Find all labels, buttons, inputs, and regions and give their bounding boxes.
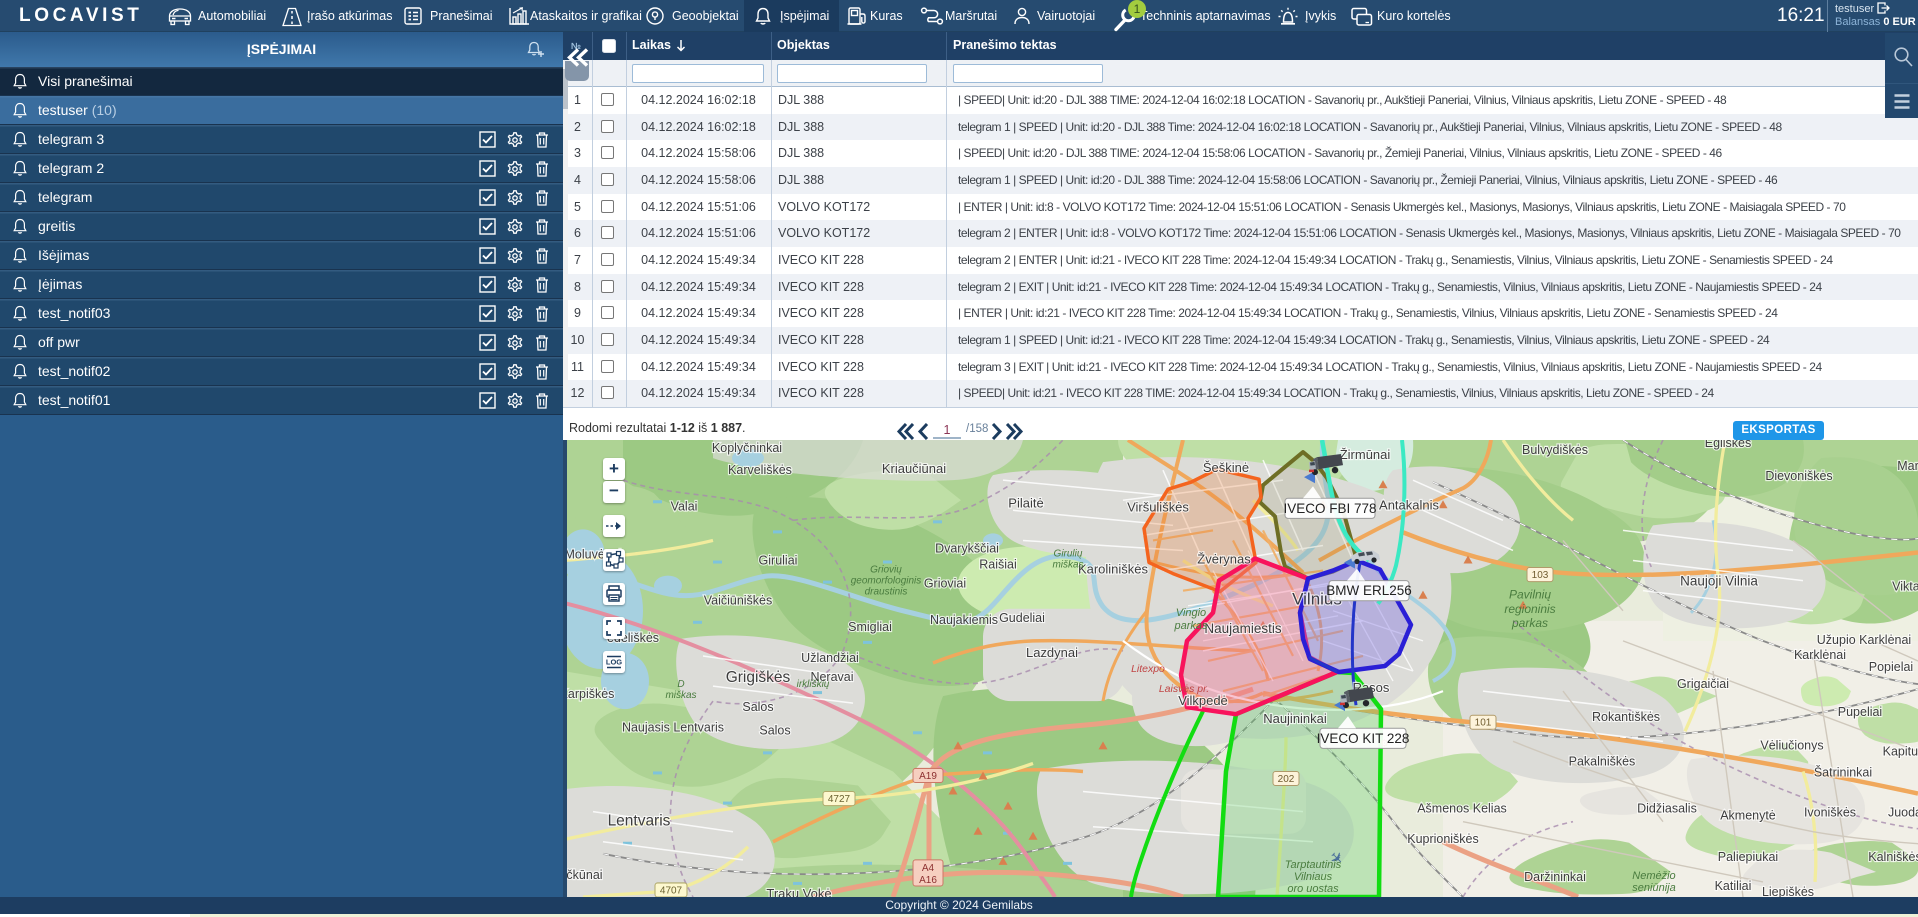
svg-text:Mar: Mar xyxy=(1897,459,1918,473)
svg-text:Smigliai: Smigliai xyxy=(848,620,892,634)
svg-text:draustinis: draustinis xyxy=(865,587,908,598)
svg-text:Daržininkai: Daržininkai xyxy=(1524,870,1586,884)
svg-text:Vilkpedė: Vilkpedė xyxy=(1178,693,1228,708)
svg-text:miškas: miškas xyxy=(1052,560,1083,571)
svg-text:Didžiasalis: Didžiasalis xyxy=(1637,802,1697,816)
svg-text:Vingio: Vingio xyxy=(1176,607,1206,619)
svg-text:Salos: Salos xyxy=(742,700,773,714)
svg-text:IVECO KIT 228: IVECO KIT 228 xyxy=(1317,731,1410,746)
svg-text:101: 101 xyxy=(1475,718,1492,729)
svg-text:Antakalnis: Antakalnis xyxy=(1379,497,1439,512)
svg-text:geomorfologinis: geomorfologinis xyxy=(851,576,922,587)
svg-text:Kapitulšč: Kapitulšč xyxy=(1883,744,1918,758)
svg-text:A19: A19 xyxy=(919,771,937,782)
svg-text:BMW ERL256: BMW ERL256 xyxy=(1326,583,1411,598)
svg-text:Liepiškės: Liepiškės xyxy=(1762,885,1814,897)
svg-text:Užupio Karklėnai: Užupio Karklėnai xyxy=(1817,633,1911,647)
svg-text:parkas: parkas xyxy=(1511,616,1548,630)
svg-text:Juoda: Juoda xyxy=(1888,806,1918,820)
svg-text:Karveliškės: Karveliškės xyxy=(728,463,792,477)
svg-text:seniūnija: seniūnija xyxy=(1632,882,1675,894)
svg-text:Šeškinė: Šeškinė xyxy=(1203,460,1249,475)
svg-text:Grigiškės: Grigiškės xyxy=(726,669,791,686)
svg-text:Koplyčninkai: Koplyčninkai xyxy=(712,441,782,455)
svg-text:Viktar: Viktar xyxy=(1892,580,1918,594)
svg-text:Pilaitė: Pilaitė xyxy=(1008,495,1043,510)
svg-text:Vaičiūniškės: Vaičiūniškės xyxy=(704,594,772,608)
svg-text:parkas: parkas xyxy=(1173,620,1207,632)
svg-text:Egliškės: Egliškės xyxy=(1705,440,1752,450)
svg-text:Girulių: Girulių xyxy=(1054,548,1083,559)
svg-text:Pakalniškės: Pakalniškės xyxy=(1569,754,1636,768)
svg-text:103: 103 xyxy=(1532,570,1549,581)
svg-text:Naujininkai: Naujininkai xyxy=(1263,711,1327,726)
svg-text:Rokantiškės: Rokantiškės xyxy=(1592,710,1660,724)
svg-text:Tarptautinis: Tarptautinis xyxy=(1285,859,1342,871)
svg-text:Viršuliškės: Viršuliškės xyxy=(1127,499,1189,514)
svg-text:Dvarykščiai: Dvarykščiai xyxy=(935,541,999,555)
svg-text:Vėliučionys: Vėliučionys xyxy=(1760,738,1823,752)
svg-text:Grigaičiai: Grigaičiai xyxy=(1677,677,1729,691)
svg-text:4707: 4707 xyxy=(660,885,683,896)
svg-text:oro uostas: oro uostas xyxy=(1287,883,1339,895)
svg-text:Karklėnai: Karklėnai xyxy=(1794,648,1846,662)
svg-text:Karpiškės: Karpiškės xyxy=(563,687,614,701)
svg-text:Lazdynai: Lazdynai xyxy=(1026,645,1078,660)
svg-text:Akmenytė: Akmenytė xyxy=(1720,809,1776,823)
svg-text:Šatrininkai: Šatrininkai xyxy=(1814,764,1872,779)
svg-text:Giruliai: Giruliai xyxy=(759,554,798,568)
svg-text:Naujakiemis: Naujakiemis xyxy=(930,613,998,627)
svg-text:Naujasis Lentvaris: Naujasis Lentvaris xyxy=(622,720,724,734)
svg-text:Žirmūnai: Žirmūnai xyxy=(1340,447,1391,462)
svg-text:Paliepiukai: Paliepiukai xyxy=(1718,850,1778,864)
svg-text:Naujoji Vilnia: Naujoji Vilnia xyxy=(1680,574,1758,589)
svg-text:miškas: miškas xyxy=(665,690,696,701)
svg-text:Užlandžiai: Užlandžiai xyxy=(801,651,859,665)
svg-text:Bulvydiškės: Bulvydiškės xyxy=(1522,443,1588,457)
svg-text:ačkūnai: ačkūnai xyxy=(563,868,603,882)
svg-text:Kriaučiūnai: Kriaučiūnai xyxy=(882,461,946,476)
svg-text:Pupeliai: Pupeliai xyxy=(1838,705,1882,719)
svg-text:Karoliniškės: Karoliniškės xyxy=(1078,562,1149,577)
svg-text:Lentvaris: Lentvaris xyxy=(608,813,671,830)
svg-text:Dievoniškės: Dievoniškės xyxy=(1765,469,1832,483)
svg-text:Trakų Vokė: Trakų Vokė xyxy=(766,886,831,897)
svg-text:4727: 4727 xyxy=(828,794,851,805)
svg-text:Valai: Valai xyxy=(671,499,698,513)
svg-text:Kuprioniškės: Kuprioniškės xyxy=(1407,832,1478,846)
svg-text:Ivoniškės: Ivoniškės xyxy=(1804,806,1856,820)
svg-text:Nemėžio: Nemėžio xyxy=(1632,870,1675,882)
svg-text:A16: A16 xyxy=(919,875,937,886)
svg-text:Litexpo: Litexpo xyxy=(1131,663,1165,675)
svg-text:regioninis: regioninis xyxy=(1504,602,1555,616)
svg-text:Ašmenos Kelias: Ašmenos Kelias xyxy=(1417,802,1507,816)
svg-text:202: 202 xyxy=(1278,774,1295,785)
svg-text:Popielai: Popielai xyxy=(1869,660,1913,674)
svg-text:Gudeliai: Gudeliai xyxy=(999,611,1045,625)
svg-text:Grioviai: Grioviai xyxy=(924,577,966,591)
svg-text:Vilniaus: Vilniaus xyxy=(1294,871,1333,883)
svg-text:Raišiai: Raišiai xyxy=(979,558,1016,572)
svg-text:Katiliai: Katiliai xyxy=(1715,879,1752,893)
svg-text:IVECO FBI 778: IVECO FBI 778 xyxy=(1284,501,1377,516)
svg-text:Laisvės pr.: Laisvės pr. xyxy=(1159,683,1209,695)
svg-text:A4: A4 xyxy=(922,863,935,874)
svg-text:Naujamiestis: Naujamiestis xyxy=(1204,621,1281,636)
svg-text:Salos: Salos xyxy=(759,723,790,737)
svg-text:LOG: LOG xyxy=(606,658,622,667)
svg-text:Kalniškės: Kalniškės xyxy=(1868,850,1918,864)
svg-text:Griovių: Griovių xyxy=(870,565,902,576)
svg-text:Pavilnių: Pavilnių xyxy=(1509,588,1551,602)
svg-text:Žvėrynas: Žvėrynas xyxy=(1197,552,1251,567)
